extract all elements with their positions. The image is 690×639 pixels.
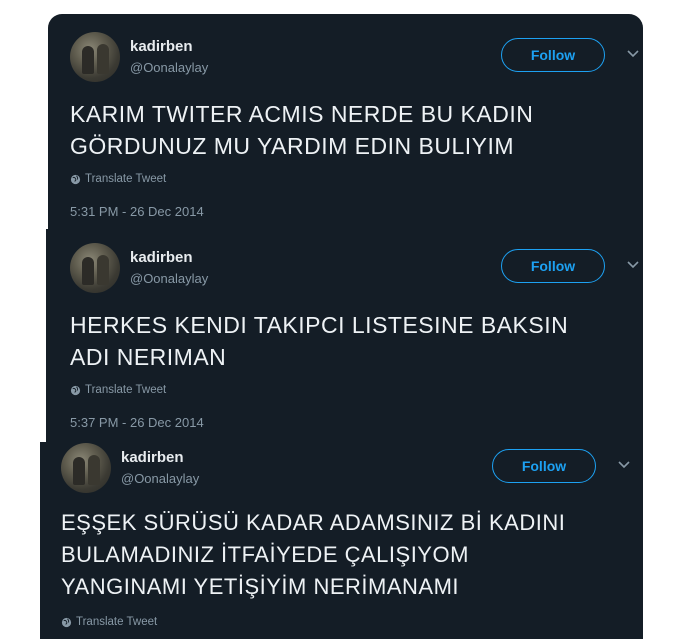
translate-label: Translate Tweet — [85, 173, 167, 185]
user-handle[interactable]: @Oonalaylay — [130, 271, 208, 286]
globe-icon — [61, 617, 72, 627]
avatar[interactable] — [70, 32, 120, 82]
tweet-timestamp[interactable]: 5:37 PM - 26 Dec 2014 — [70, 415, 204, 430]
follow-button[interactable]: Follow — [501, 249, 605, 283]
translate-label: Translate Tweet — [85, 384, 167, 396]
tweet-text: EŞŞEK SÜRÜSÜ KADAR ADAMSINIZ Bİ KADINI B… — [61, 510, 566, 599]
follow-button[interactable]: Follow — [492, 449, 596, 483]
user-name[interactable]: kadirben — [130, 249, 193, 266]
tweet-text: HERKES KENDI TAKIPCI LISTESINE BAKSIN AD… — [70, 312, 569, 370]
user-handle[interactable]: @Oonalaylay — [130, 60, 208, 75]
avatar[interactable] — [70, 243, 120, 293]
globe-icon — [70, 385, 81, 395]
chevron-down-icon[interactable] — [617, 457, 631, 471]
tweet-timestamp[interactable]: 5:31 PM - 26 Dec 2014 — [70, 204, 204, 219]
user-name[interactable]: kadirben — [121, 449, 184, 466]
user-handle[interactable]: @Oonalaylay — [121, 471, 199, 486]
translate-tweet-link[interactable]: Translate Tweet — [70, 173, 166, 185]
follow-button[interactable]: Follow — [501, 38, 605, 72]
translate-tweet-link[interactable]: Translate Tweet — [70, 384, 166, 396]
avatar[interactable] — [61, 443, 111, 493]
globe-icon — [70, 174, 81, 184]
translate-label: Translate Tweet — [76, 616, 158, 628]
user-name[interactable]: kadirben — [130, 38, 193, 55]
translate-tweet-link[interactable]: Translate Tweet — [61, 616, 157, 628]
chevron-down-icon[interactable] — [626, 46, 640, 60]
tweet-text: KARIM TWITER ACMIS NERDE BU KADIN GÖRDUN… — [70, 101, 534, 159]
chevron-down-icon[interactable] — [626, 257, 640, 271]
